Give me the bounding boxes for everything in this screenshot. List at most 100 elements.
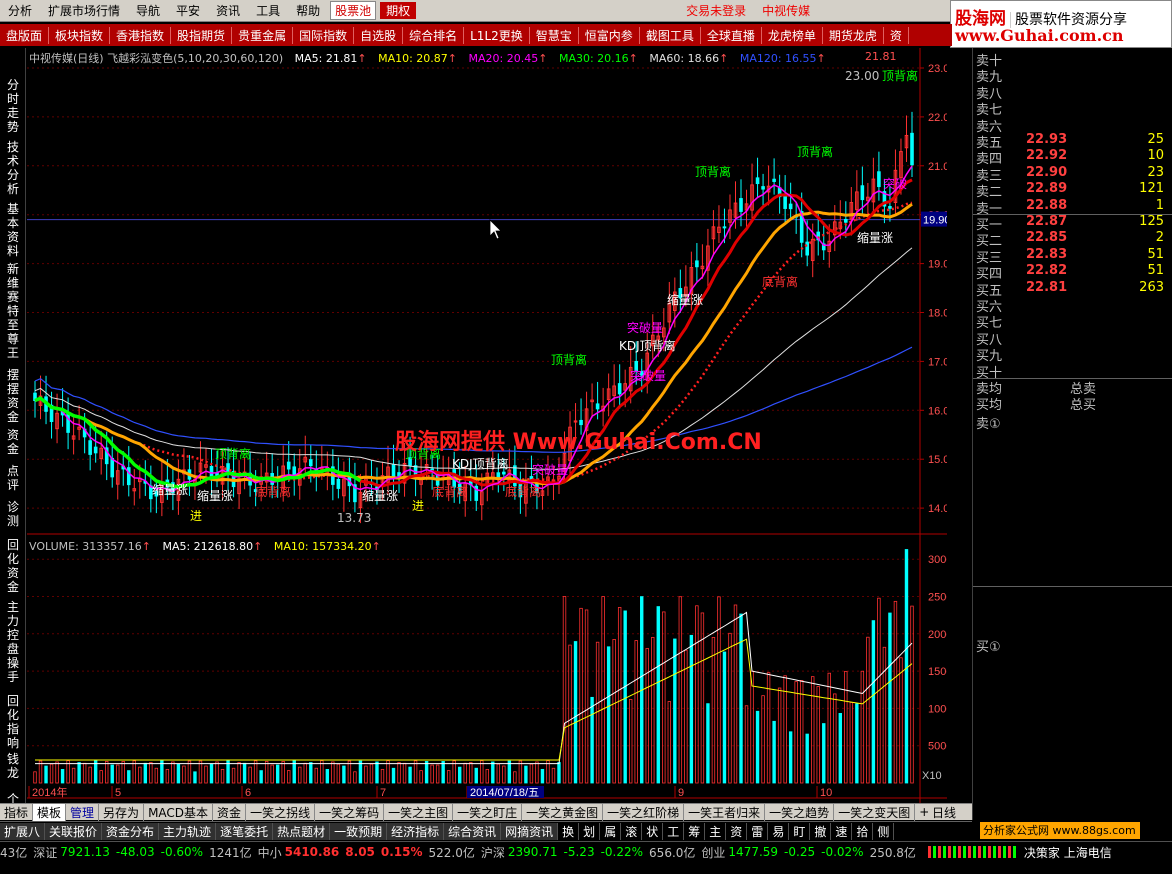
quick-function-button[interactable]: 盯 <box>789 822 811 840</box>
info-tab[interactable]: 资金分布 <box>102 822 160 840</box>
volume-bar <box>82 762 87 784</box>
period-label[interactable]: 日线 <box>928 803 972 820</box>
toolbar-item[interactable]: 全球直播 <box>701 26 762 44</box>
quick-function-button[interactable]: 筹 <box>684 822 706 840</box>
info-tab[interactable]: 扩展八 <box>0 822 46 840</box>
info-tab[interactable]: 主力轨迹 <box>159 822 217 840</box>
indicator-tab[interactable]: 一笑之拐线 <box>246 803 316 821</box>
indicator-tab[interactable]: MACD基本 <box>144 803 214 821</box>
left-nav-item[interactable]: 操手 <box>4 656 22 684</box>
toolbar-item[interactable]: 恒富内参 <box>579 26 640 44</box>
toolbar-item[interactable]: 截图工具 <box>640 26 701 44</box>
left-nav-item[interactable]: 基本资料 <box>4 202 22 258</box>
toolbar-item[interactable]: 贵重金属 <box>232 26 294 44</box>
quick-function-button[interactable]: 速 <box>831 822 853 840</box>
volume-bar <box>651 636 655 784</box>
toolbar-item[interactable]: 资 <box>884 26 909 44</box>
info-tab[interactable]: 热点题材 <box>273 822 331 840</box>
left-nav-item[interactable]: 点评 <box>4 464 22 492</box>
left-nav-item[interactable]: 摆摆资金 <box>4 368 22 424</box>
indicator-tab[interactable]: 一笑之盯庄 <box>453 803 523 821</box>
indicator-tab[interactable]: 一笑王者归来 <box>684 803 766 821</box>
toolbar-item[interactable]: L1L2更换 <box>464 26 530 44</box>
info-tab[interactable]: 关联报价 <box>45 822 103 840</box>
left-nav-item[interactable]: 回化指响 <box>4 694 22 750</box>
left-nav-item[interactable]: 新维赛特 <box>4 262 22 318</box>
indicator-tab[interactable]: 一笑之趋势 <box>765 803 835 821</box>
orderbook-row: 卖六 <box>976 116 1172 135</box>
toolbar-item[interactable]: 国际指数 <box>293 26 355 44</box>
indicator-tab[interactable]: 一笑之黄金图 <box>522 803 604 821</box>
stock-pool-button[interactable]: 股票池 <box>330 1 377 20</box>
indicator-tab[interactable]: 资金 <box>213 803 247 821</box>
info-tab[interactable]: 逐笔委托 <box>216 822 274 840</box>
toolbar-item[interactable]: 期货龙虎 <box>823 26 884 44</box>
toolbar-item[interactable]: 自选股 <box>354 26 404 44</box>
indicator-tab[interactable]: 管理 <box>66 803 100 821</box>
quick-function-button[interactable]: 拾 <box>852 822 874 840</box>
toolbar-item[interactable]: 股指期货 <box>171 26 233 44</box>
zx-value: 5410.86 <box>284 845 340 859</box>
quick-function-button[interactable]: 雷 <box>747 822 769 840</box>
volume-bar <box>253 760 258 784</box>
quick-function-button[interactable]: 状 <box>642 822 664 840</box>
left-nav-item[interactable]: 回化资金 <box>4 538 22 594</box>
toolbar-item[interactable]: 香港指数 <box>110 26 172 44</box>
quick-function-button[interactable]: 划 <box>579 822 601 840</box>
indicator-tab[interactable]: 一笑之筹码 <box>315 803 385 821</box>
current-stock-name: 中视传媒 <box>762 4 811 18</box>
ma30-value: MA30: 20.16 <box>558 52 629 65</box>
volume-bar <box>110 764 114 784</box>
volume-bar <box>132 760 136 784</box>
info-tab[interactable]: 网摘资讯 <box>501 822 559 840</box>
candle-body <box>110 457 115 478</box>
volume-bar <box>678 596 683 784</box>
indicator-tab[interactable]: 指标 <box>0 803 34 821</box>
left-nav-item[interactable]: 主力控盘 <box>4 600 22 656</box>
volume-bar <box>513 771 517 784</box>
volume-bar <box>606 646 611 784</box>
menu-pingan[interactable]: 平安 <box>168 2 208 19</box>
volume-bar <box>259 770 263 784</box>
quick-function-button[interactable]: 资 <box>726 822 748 840</box>
chart-area[interactable]: 23.0022.0021.0020.0019.0018.0017.0016.00… <box>27 48 947 820</box>
quick-function-button[interactable]: 滚 <box>621 822 643 840</box>
left-nav-item[interactable]: 资金 <box>4 428 22 456</box>
volume-bar <box>303 762 307 784</box>
date-tick-label: 10 <box>820 787 832 799</box>
candle-body <box>126 467 131 486</box>
toolbar-item[interactable]: 龙虎榜单 <box>762 26 823 44</box>
quick-function-button[interactable]: 撤 <box>810 822 832 840</box>
quick-function-button[interactable]: 侧 <box>873 822 895 840</box>
quick-function-button[interactable]: 换 <box>558 822 580 840</box>
indicator-tab[interactable]: 一笑之红阶梯 <box>603 803 685 821</box>
menu-navigate[interactable]: 导航 <box>128 2 168 19</box>
quick-function-button[interactable]: 易 <box>768 822 790 840</box>
menu-news[interactable]: 资讯 <box>208 2 248 19</box>
toolbar-item[interactable]: 盘版面 <box>0 26 50 44</box>
menu-tools[interactable]: 工具 <box>248 2 288 19</box>
info-tab[interactable]: 综合资讯 <box>444 822 502 840</box>
left-nav-item[interactable]: 分时走势 <box>4 78 22 134</box>
left-nav-item[interactable]: 至尊王 <box>4 318 22 360</box>
indicator-tab[interactable]: 模板 <box>33 803 67 821</box>
menu-extended-market[interactable]: 扩展市场行情 <box>40 2 128 19</box>
toolbar-item[interactable]: 综合排名 <box>403 26 465 44</box>
quick-function-button[interactable]: 主 <box>705 822 727 840</box>
left-nav-item[interactable]: 技术分析 <box>4 140 22 196</box>
volume-bar <box>777 687 782 784</box>
toolbar-item[interactable]: 智慧宝 <box>530 26 579 44</box>
options-button[interactable]: 期权 <box>380 2 417 19</box>
menu-analysis[interactable]: 分析 <box>0 2 40 19</box>
indicator-tab[interactable]: 另存为 <box>99 803 145 821</box>
indicator-tab[interactable]: 一笑之主图 <box>384 803 454 821</box>
quick-function-button[interactable]: 属 <box>600 822 622 840</box>
indicator-tab[interactable]: 一笑之变天图 <box>834 803 916 821</box>
menu-help[interactable]: 帮助 <box>288 2 328 19</box>
left-nav-item[interactable]: 诊测 <box>4 500 22 528</box>
info-tab[interactable]: 经济指标 <box>387 822 445 840</box>
quick-function-button[interactable]: 工 <box>663 822 685 840</box>
left-nav-item[interactable]: 钱龙 <box>4 752 22 780</box>
toolbar-item[interactable]: 板块指数 <box>49 26 111 44</box>
info-tab[interactable]: 一致预期 <box>330 822 388 840</box>
